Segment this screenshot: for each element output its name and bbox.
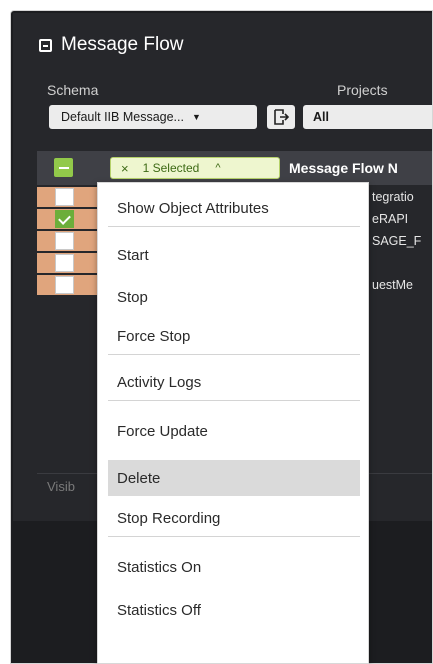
row-checkbox[interactable]	[55, 254, 74, 272]
schema-select[interactable]: Default IIB Message... ▼	[49, 105, 257, 129]
row-checkbox[interactable]	[55, 276, 74, 294]
projects-label: Projects	[337, 82, 388, 98]
schema-label: Schema	[47, 82, 99, 98]
schema-select-value: Default IIB Message...	[61, 110, 184, 124]
selected-count: 1 Selected	[142, 161, 200, 175]
menu-item-activity-logs[interactable]: Activity Logs	[108, 365, 360, 401]
projects-select[interactable]: All	[303, 105, 432, 129]
menu-item-statistics-on[interactable]: Statistics On	[108, 549, 360, 585]
menu-item-stop-recording[interactable]: Stop Recording	[108, 501, 360, 537]
menu-item-stop[interactable]: Stop	[108, 279, 360, 315]
menu-item-force-update[interactable]: Force Update	[108, 413, 360, 449]
selection-badge[interactable]: × 1 Selected ^	[110, 157, 280, 179]
panel-header: Message Flow	[39, 33, 184, 57]
actions-context-menu: Show Object Attributes Start Stop Force …	[97, 182, 369, 664]
row-checkbox[interactable]	[55, 210, 74, 228]
menu-item-start[interactable]: Start	[108, 237, 360, 273]
projects-select-value: All	[313, 110, 329, 124]
menu-item-force-stop[interactable]: Force Stop	[108, 319, 360, 355]
row-checkbox[interactable]	[55, 232, 74, 250]
column-header-message-flow-name[interactable]: Message Flow N	[289, 160, 398, 176]
close-icon[interactable]: ×	[121, 161, 129, 176]
table-header: × 1 Selected ^ Message Flow N	[37, 151, 432, 185]
chevron-down-icon: ▼	[191, 112, 201, 122]
chevron-up-icon[interactable]: ^	[215, 162, 220, 174]
export-icon	[274, 109, 290, 125]
table-cell: SAGE_F	[372, 234, 422, 248]
table-cell: eRAPI	[372, 212, 409, 226]
table-cell: uestMe	[372, 278, 413, 292]
menu-item-show-object-attributes[interactable]: Show Object Attributes	[108, 191, 360, 227]
table-cell: tegratio	[372, 190, 414, 204]
collapse-square-icon[interactable]	[39, 38, 52, 52]
panel-title: Message Flow	[61, 34, 184, 55]
export-button[interactable]	[267, 105, 295, 129]
select-all-checkbox[interactable]	[54, 158, 73, 177]
visible-columns-label: Visib	[47, 479, 75, 494]
row-checkbox[interactable]	[55, 188, 74, 206]
menu-item-delete[interactable]: Delete	[108, 460, 360, 496]
menu-item-statistics-off[interactable]: Statistics Off	[108, 592, 360, 628]
